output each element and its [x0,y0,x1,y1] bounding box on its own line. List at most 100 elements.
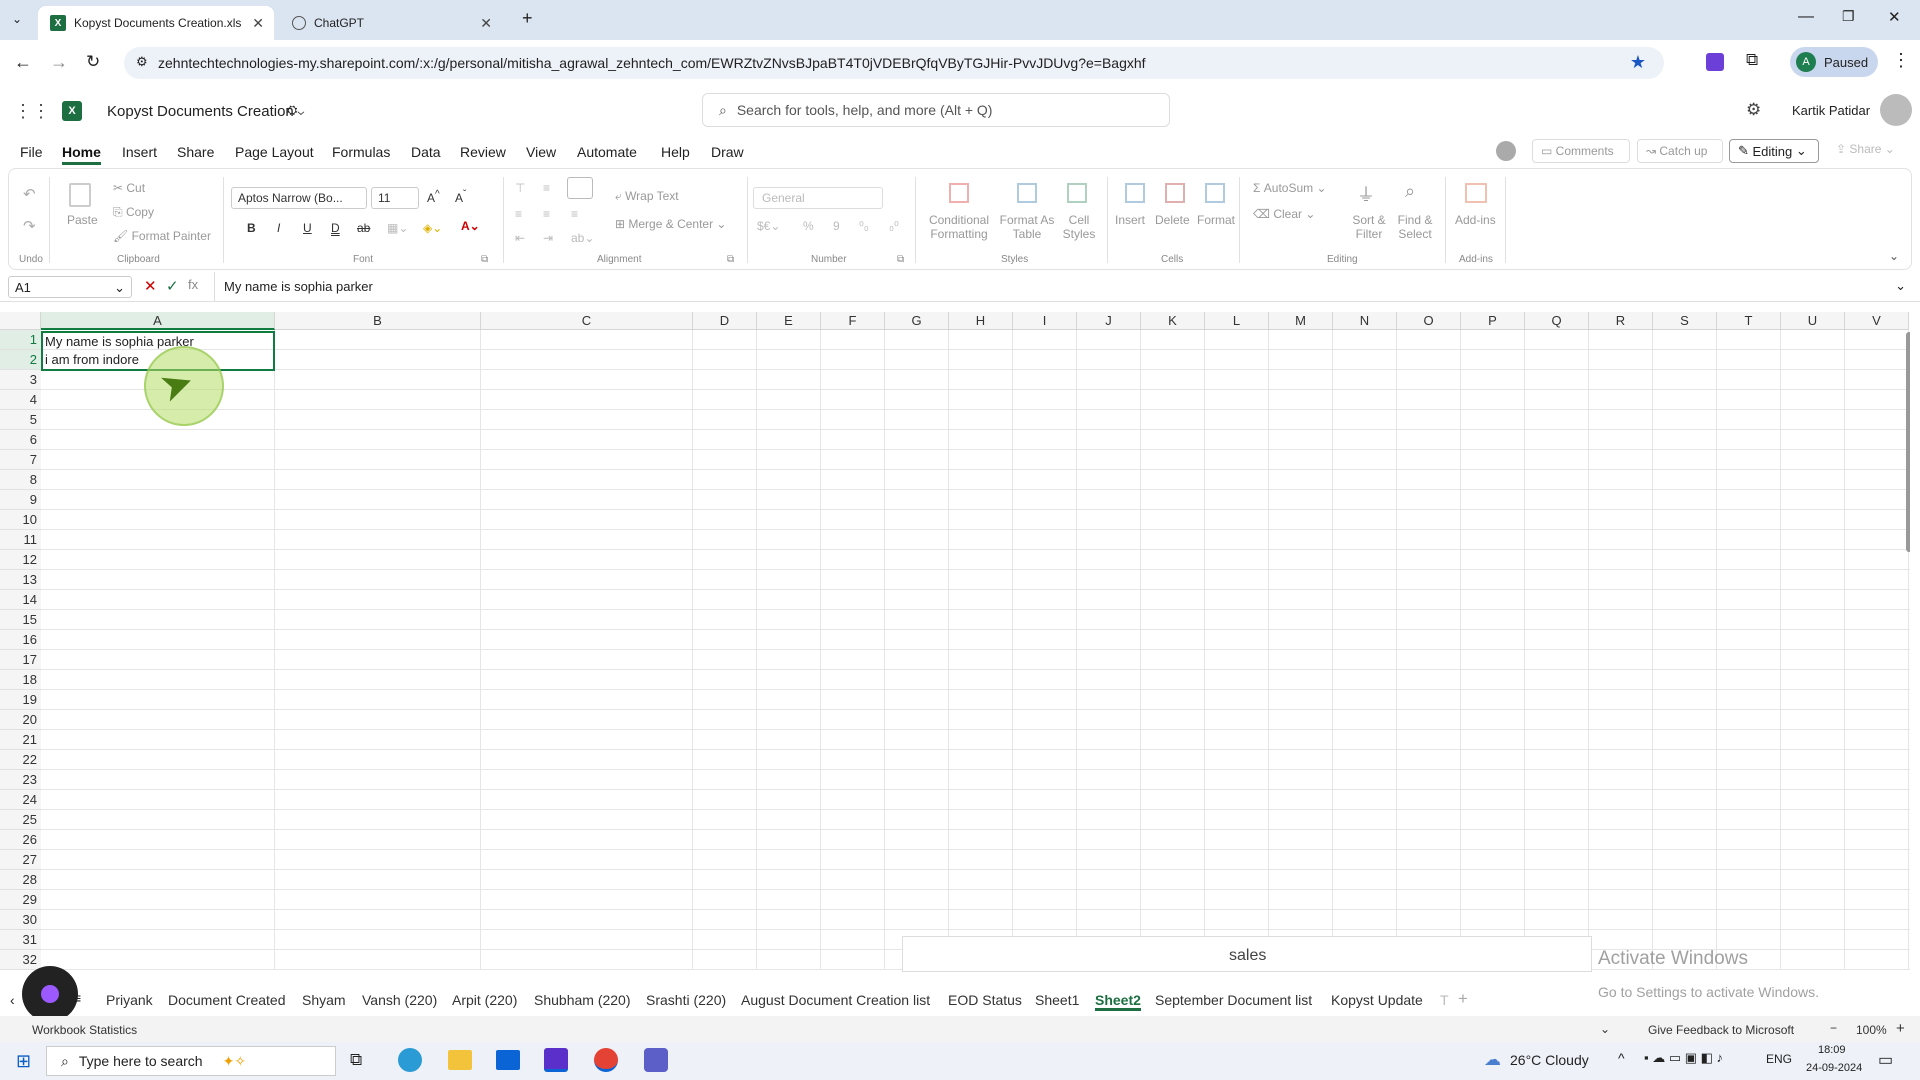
row-header[interactable]: 2 [0,350,41,370]
add-sheet-icon[interactable]: + [1458,989,1468,1009]
column-header[interactable]: N [1333,312,1397,330]
decrease-indent-icon[interactable]: ⇤ [515,231,525,245]
clock-time[interactable]: 18:09 [1818,1044,1846,1056]
workbook-statistics-button[interactable]: Workbook Statistics [32,1023,137,1037]
strikethrough-icon[interactable]: ab [357,221,370,235]
find-magnifier-icon[interactable]: ⌕ [1405,181,1415,202]
user-name[interactable]: Kartik Patidar [1792,103,1870,118]
row-header[interactable]: 28 [0,870,41,890]
column-header[interactable]: K [1141,312,1205,330]
clock-date[interactable]: 24-09-2024 [1806,1062,1862,1074]
addins-button[interactable]: Add-ins [1455,213,1496,227]
zoom-out-icon[interactable]: − [1830,1021,1837,1035]
row-header[interactable]: 8 [0,470,41,490]
feedback-link[interactable]: Give Feedback to Microsoft [1648,1023,1794,1037]
font-name-select[interactable]: Aptos Narrow (Bo... [231,187,367,209]
teams-icon[interactable] [644,1048,668,1072]
insert-function-icon[interactable]: fx [188,277,198,292]
select-all-corner[interactable] [0,312,41,330]
tray-icons[interactable]: ▪ ☁ ▭ ▣ ◧ ♪ [1644,1050,1723,1066]
chevron-down-icon[interactable]: ⌄ [1600,1022,1610,1036]
back-icon[interactable]: ← [14,52,32,73]
delete-cells-icon[interactable] [1165,183,1185,203]
share-button[interactable]: ⇪ Share ⌄ [1836,142,1895,156]
settings-gear-icon[interactable]: ⚙ [1746,100,1761,120]
column-header[interactable]: U [1781,312,1845,330]
sheet-tab[interactable]: Sheet1 [1035,992,1079,1008]
row-header[interactable]: 17 [0,650,41,670]
double-underline-icon[interactable]: D [331,221,340,235]
catch-up-button[interactable]: ↝ Catch up [1637,139,1723,163]
collapse-ribbon-icon[interactable]: ⌄ [1889,249,1899,263]
row-header[interactable]: 29 [0,890,41,910]
dialog-launcher-icon[interactable]: ⧉ [897,254,904,265]
format-as-table-icon[interactable] [1017,183,1037,203]
row-header[interactable]: 1 [0,330,41,350]
align-center-icon[interactable]: ≡ [543,207,550,221]
column-header[interactable]: V [1845,312,1909,330]
sensitivity-icon[interactable]: ⛭⌄ [287,102,304,118]
insert-cells-button[interactable]: Insert [1115,213,1145,227]
sheet-tab[interactable]: Shubham (220) [534,992,631,1008]
extension-icon[interactable] [1706,53,1724,71]
column-header[interactable]: O [1397,312,1461,330]
tab-draw[interactable]: Draw [711,144,744,160]
row-header[interactable]: 31 [0,930,41,950]
row-header[interactable]: 9 [0,490,41,510]
column-header[interactable]: R [1589,312,1653,330]
column-header[interactable]: A [41,312,275,330]
sheet-tab[interactable]: Arpit (220) [452,992,517,1008]
tab-insert[interactable]: Insert [122,144,157,160]
cut-button[interactable]: ✂ Cut [113,181,145,195]
file-explorer-icon[interactable] [448,1050,472,1070]
row-header[interactable]: 20 [0,710,41,730]
tab-review[interactable]: Review [460,144,506,160]
conditional-formatting-icon[interactable] [949,183,969,203]
align-right-icon[interactable]: ≡ [571,207,578,221]
sheet-tab[interactable]: September Document list [1155,992,1312,1008]
cell-a2[interactable]: i am from indore [45,352,139,367]
row-header[interactable]: 3 [0,370,41,390]
row-header[interactable]: 27 [0,850,41,870]
row-header[interactable]: 10 [0,510,41,530]
align-bottom-icon[interactable] [567,177,593,199]
extensions-puzzle-icon[interactable]: ⧉ [1746,50,1758,70]
sheet-tab[interactable]: EOD Status [948,992,1022,1008]
system-tray-chevron-icon[interactable]: ^ [1618,1050,1625,1066]
sort-filter-button[interactable]: Sort & Filter [1345,213,1393,241]
row-header[interactable]: 13 [0,570,41,590]
row-header[interactable]: 12 [0,550,41,570]
undo-icon[interactable]: ↶ [23,185,36,203]
column-header[interactable]: P [1461,312,1525,330]
sheet-tab[interactable]: Srashti (220) [646,992,726,1008]
sheet-tab[interactable]: Priyank [106,992,153,1008]
profile-button[interactable]: A Paused [1790,47,1878,77]
align-top-icon[interactable]: ⊤ [515,181,525,195]
conditional-formatting-button[interactable]: Conditional Formatting [923,213,995,241]
mail-icon[interactable] [496,1050,520,1070]
format-painter-button[interactable]: 🖌 Format Painter [113,229,211,243]
dialog-launcher-icon[interactable]: ⧉ [481,254,488,265]
autosum-button[interactable]: Σ AutoSum ⌄ [1253,181,1327,195]
name-box[interactable]: A1 ⌄ [8,276,132,298]
align-left-icon[interactable]: ≡ [515,207,522,221]
font-size-select[interactable]: 11 [371,187,419,209]
weather-text[interactable]: 26°C Cloudy [1510,1052,1589,1068]
column-header[interactable]: L [1205,312,1269,330]
underline-icon[interactable]: U [303,221,312,235]
tab-automate[interactable]: Automate [577,144,637,160]
paste-button[interactable]: Paste [67,213,98,227]
column-header[interactable]: G [885,312,949,330]
editing-mode-button[interactable]: ✎ Editing ⌄ [1729,139,1819,163]
tab-search-chevron-icon[interactable]: ⌄ [12,12,22,26]
sheet-tab[interactable]: Vansh (220) [362,992,437,1008]
language-indicator[interactable]: ENG [1766,1052,1792,1066]
row-header[interactable]: 22 [0,750,41,770]
row-header[interactable]: 4 [0,390,41,410]
browser-tab-chatgpt[interactable]: ChatGPT ✕ [280,6,502,40]
tab-share[interactable]: Share [177,144,214,160]
browser-tab-excel[interactable]: X Kopyst Documents Creation.xls ✕ [38,6,274,40]
column-header[interactable]: D [693,312,757,330]
row-header[interactable]: 19 [0,690,41,710]
close-tab-icon[interactable]: ✕ [480,15,492,32]
